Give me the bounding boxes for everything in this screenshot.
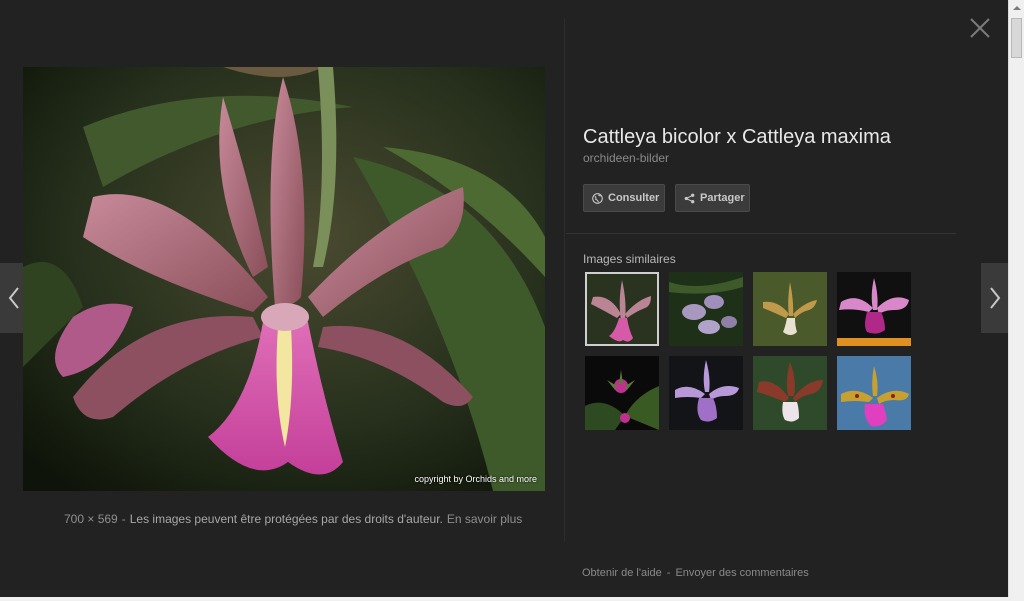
caption-separator: - xyxy=(121,512,126,526)
footer-links: Obtenir de l'aide - Envoyer des commentair… xyxy=(582,567,809,579)
close-icon xyxy=(970,18,990,38)
chevron-left-icon xyxy=(8,287,19,309)
similar-thumbnail-7[interactable] xyxy=(753,356,827,430)
similar-thumbnail-3[interactable] xyxy=(753,272,827,346)
similar-thumbnail-4[interactable] xyxy=(837,272,911,346)
scroll-up-arrow[interactable] xyxy=(1009,0,1024,16)
image-viewer-panel: copyright by Orchids and more 700 × 569-… xyxy=(0,0,1009,598)
orchid-photo xyxy=(23,67,545,491)
close-button[interactable] xyxy=(968,16,992,40)
next-image-button[interactable] xyxy=(981,263,1009,333)
share-label: Partager xyxy=(700,192,745,204)
similar-thumbnail-6[interactable] xyxy=(669,356,743,430)
chevron-right-icon xyxy=(990,287,1001,309)
footer-separator: - xyxy=(666,567,671,579)
visit-button[interactable]: Consulter xyxy=(583,184,665,212)
horizontal-divider xyxy=(566,233,956,234)
image-title[interactable]: Cattleya bicolor x Cattleya maxima xyxy=(583,126,891,149)
feedback-link[interactable]: Envoyer des commentaires xyxy=(675,567,808,579)
share-button[interactable]: Partager xyxy=(675,184,750,212)
copyright-overlay: copyright by Orchids and more xyxy=(414,474,537,484)
learn-more-link[interactable]: En savoir plus xyxy=(447,512,522,526)
similar-thumbnail-5[interactable] xyxy=(585,356,659,430)
image-caption: 700 × 569- Les images peuvent être protég… xyxy=(64,512,522,526)
image-source[interactable]: orchideen-bilder xyxy=(583,151,669,165)
similar-thumbnail-1[interactable] xyxy=(585,272,659,346)
similar-thumbnail-8[interactable] xyxy=(837,356,911,430)
image-dimensions: 700 × 569 xyxy=(64,512,118,526)
similar-images-heading: Images similaires xyxy=(583,252,676,266)
main-image[interactable]: copyright by Orchids and more xyxy=(23,67,545,491)
similar-thumbnail-2[interactable] xyxy=(669,272,743,346)
visit-label: Consulter xyxy=(608,192,660,204)
vertical-scrollbar[interactable] xyxy=(1008,0,1024,598)
bottom-edge xyxy=(0,597,1024,601)
share-icon xyxy=(684,193,695,204)
globe-icon xyxy=(592,192,603,204)
scroll-thumb[interactable] xyxy=(1011,18,1022,58)
rights-notice: Les images peuvent être protégées par de… xyxy=(129,512,443,526)
help-link[interactable]: Obtenir de l'aide xyxy=(582,567,662,579)
vertical-divider xyxy=(564,18,565,542)
